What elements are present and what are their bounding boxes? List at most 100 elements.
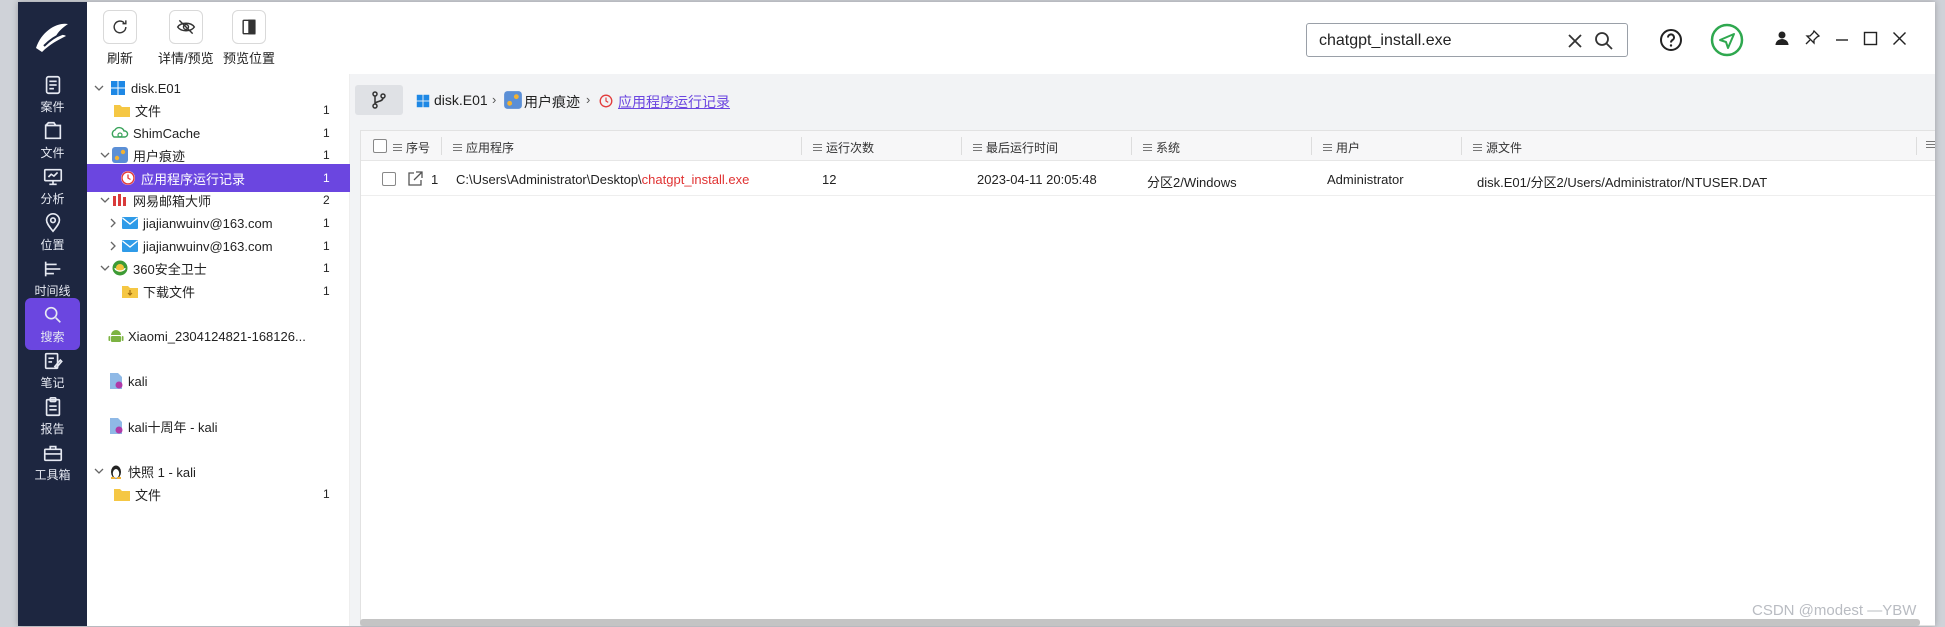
open-external-icon[interactable]	[406, 170, 424, 188]
breadcrumb-user-traces[interactable]: 用户痕迹	[524, 92, 580, 112]
refresh-label: 刷新	[106, 51, 133, 66]
column-header-source-file[interactable]: 源文件	[1473, 139, 1522, 156]
tree-item-count: 1	[323, 103, 330, 117]
tree-item-label: ShimCache	[133, 125, 201, 141]
user-icon[interactable]	[1774, 30, 1790, 46]
clear-icon[interactable]	[1565, 31, 1585, 51]
app-path: C:\Users\Administrator\Desktop\	[456, 172, 642, 187]
nav-label: 文件	[40, 145, 65, 160]
nav-label: 分析	[40, 191, 65, 206]
eye-off-icon	[176, 19, 195, 35]
refresh-button[interactable]: 刷新	[103, 10, 137, 67]
tree-item-count: 1	[323, 261, 330, 275]
row-checkbox[interactable]	[382, 172, 396, 186]
panel-right-icon	[242, 19, 256, 35]
breadcrumb-current[interactable]: 应用程序运行记录	[618, 92, 730, 112]
nav-item-note[interactable]: 笔记	[25, 344, 80, 396]
note-icon	[44, 352, 63, 369]
branch-toggle-button[interactable]	[355, 85, 403, 115]
tree-item-files[interactable]: 文件 1	[87, 480, 350, 508]
results-table: 序号 应用程序 运行次数 最后运行时间 系统 用户 源文件 1 C:\Users…	[360, 130, 1935, 626]
send-feedback-icon[interactable]	[1709, 22, 1745, 58]
nav-label: 笔记	[40, 375, 65, 390]
column-header-more[interactable]	[1926, 139, 1935, 150]
timeline-icon	[44, 261, 60, 276]
pin-icon[interactable]	[1804, 29, 1821, 46]
column-header-application[interactable]: 应用程序	[453, 139, 514, 156]
maximize-icon[interactable]	[1863, 31, 1878, 46]
android-icon	[108, 330, 124, 342]
nav-item-report[interactable]: 报告	[25, 390, 80, 442]
tree-item-count: 1	[323, 284, 330, 298]
nav-item-toolbox[interactable]: 工具箱	[25, 436, 80, 488]
nav-label: 案件	[40, 99, 65, 114]
tree-item-count: 1	[323, 126, 330, 140]
chevron-down-icon[interactable]	[93, 82, 105, 94]
chevron-down-icon[interactable]	[99, 149, 111, 161]
column-header-run-count[interactable]: 运行次数	[813, 139, 874, 156]
tree-item-label: 下载文件	[143, 284, 196, 300]
breadcrumb-separator: ›	[586, 92, 591, 107]
column-header-system[interactable]: 系统	[1143, 139, 1180, 156]
detail-preview-button[interactable]: 详情/预览	[158, 10, 214, 67]
cell-user: Administrator	[1327, 172, 1404, 187]
nav-label: 工具箱	[34, 467, 71, 482]
breadcrumb-disk[interactable]: disk.E01	[434, 92, 488, 108]
tree-item-label: 应用程序运行记录	[141, 171, 246, 187]
search-input[interactable]	[1319, 30, 1559, 52]
chevron-right-icon[interactable]	[107, 240, 119, 252]
tree-item-label: 360安全卫士	[133, 261, 207, 277]
user-trace-icon	[504, 91, 522, 109]
nav-item-timeline[interactable]: 时间线	[25, 252, 80, 304]
tree-item-label: disk.E01	[131, 80, 181, 96]
search-submit-icon[interactable]	[1593, 30, 1615, 52]
detail-preview-label: 详情/预览	[158, 51, 214, 66]
table-row[interactable]: 1 C:\Users\Administrator\Desktop\chatgpt…	[361, 162, 1935, 196]
tree-item-xiaomi-device[interactable]: Xiaomi_2304124821-168126...	[87, 322, 350, 350]
watermark: CSDN @modest —YBW	[1752, 602, 1917, 619]
nav-item-analysis[interactable]: 分析	[25, 160, 80, 212]
tree-item-label: 用户痕迹	[133, 148, 186, 164]
nav-item-case[interactable]: 案件	[25, 68, 80, 120]
search-box[interactable]	[1306, 23, 1628, 57]
tree-item-count: 1	[323, 148, 330, 162]
column-menu-icon	[973, 142, 982, 153]
content-panel: disk.E01 › 用户痕迹 › 应用程序运行记录 序号 应用程序 运行次数 …	[350, 74, 1935, 626]
cell-index: 1	[431, 172, 439, 187]
tree-item-kali-anniversary[interactable]: kali十周年 - kali	[87, 412, 350, 440]
nav-item-file[interactable]: 文件	[25, 114, 80, 166]
mail-icon	[122, 240, 138, 252]
evidence-tree: disk.E01 文件 1 ShimCache 1 用户痕迹 1 应用程序运行记…	[87, 74, 350, 626]
preview-position-label: 预览位置	[223, 51, 276, 66]
app-window: 案件 文件 分析 位置 时间线 搜索 笔记 报告 工具箱 刷新 详情/预览 预览…	[18, 2, 1935, 626]
column-menu-icon	[1143, 142, 1152, 153]
cell-last-run: 2023-04-11 20:05:48	[977, 172, 1097, 187]
tree-item-label: 文件	[135, 487, 162, 503]
help-icon[interactable]	[1658, 27, 1684, 53]
chevron-down-icon[interactable]	[93, 465, 105, 477]
toolbox-icon	[43, 445, 62, 461]
tree-item-label: 文件	[135, 103, 162, 119]
clock-icon	[599, 94, 613, 108]
column-header-user[interactable]: 用户	[1323, 139, 1360, 156]
nav-item-search[interactable]: 搜索	[25, 298, 80, 350]
select-all-checkbox[interactable]	[373, 139, 387, 153]
cell-source-file: disk.E01/分区2/Users/Administrator/NTUSER.…	[1477, 175, 1768, 190]
tree-item-downloads[interactable]: 下载文件 1	[87, 277, 350, 305]
horizontal-scrollbar[interactable]	[360, 619, 1920, 626]
preview-position-button[interactable]: 预览位置	[223, 10, 275, 67]
report-icon	[45, 396, 60, 416]
location-pin-icon	[45, 212, 60, 233]
chevron-down-icon[interactable]	[99, 262, 111, 274]
tree-item-kali[interactable]: kali	[87, 367, 350, 395]
column-header-index[interactable]: 序号	[393, 139, 430, 156]
chevron-right-icon[interactable]	[107, 217, 119, 229]
column-header-last-run[interactable]: 最后运行时间	[973, 139, 1058, 156]
minimize-icon[interactable]	[1834, 32, 1850, 48]
column-menu-icon	[393, 142, 402, 153]
nav-item-location[interactable]: 位置	[25, 206, 80, 258]
search-icon	[44, 306, 61, 323]
chevron-down-icon[interactable]	[99, 194, 111, 206]
close-icon[interactable]	[1892, 31, 1907, 46]
windows-icon	[111, 81, 125, 95]
